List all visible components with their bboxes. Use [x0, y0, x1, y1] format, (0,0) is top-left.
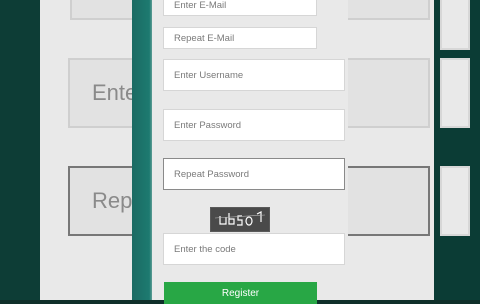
- repeat-password-field[interactable]: Repeat Password: [163, 158, 345, 190]
- password-placeholder: Enter Password: [174, 119, 242, 131]
- repeat-email-field[interactable]: Repeat E-Mail: [163, 27, 317, 49]
- register-button[interactable]: Register: [164, 282, 317, 304]
- captcha-image: [210, 207, 270, 232]
- background-label-enter: Ente: [92, 80, 138, 105]
- email-placeholder: Enter E-Mail: [174, 0, 227, 11]
- background-field-right-1: [440, 58, 470, 128]
- background-field-right-2: [440, 166, 470, 236]
- repeat-password-placeholder: Repeat Password: [174, 168, 249, 180]
- email-field[interactable]: Enter E-Mail: [163, 0, 317, 16]
- captcha-glyphs: [214, 211, 266, 226]
- captcha-code-placeholder: Enter the code: [174, 243, 236, 255]
- background-left-edge: [0, 0, 40, 300]
- background-field-right-top: [440, 0, 470, 50]
- repeat-email-placeholder: Repeat E-Mail: [174, 32, 235, 44]
- password-field[interactable]: Enter Password: [163, 109, 345, 141]
- captcha-code-field[interactable]: Enter the code: [163, 233, 345, 265]
- username-placeholder: Enter Username: [174, 69, 244, 81]
- username-field[interactable]: Enter Username: [163, 59, 345, 91]
